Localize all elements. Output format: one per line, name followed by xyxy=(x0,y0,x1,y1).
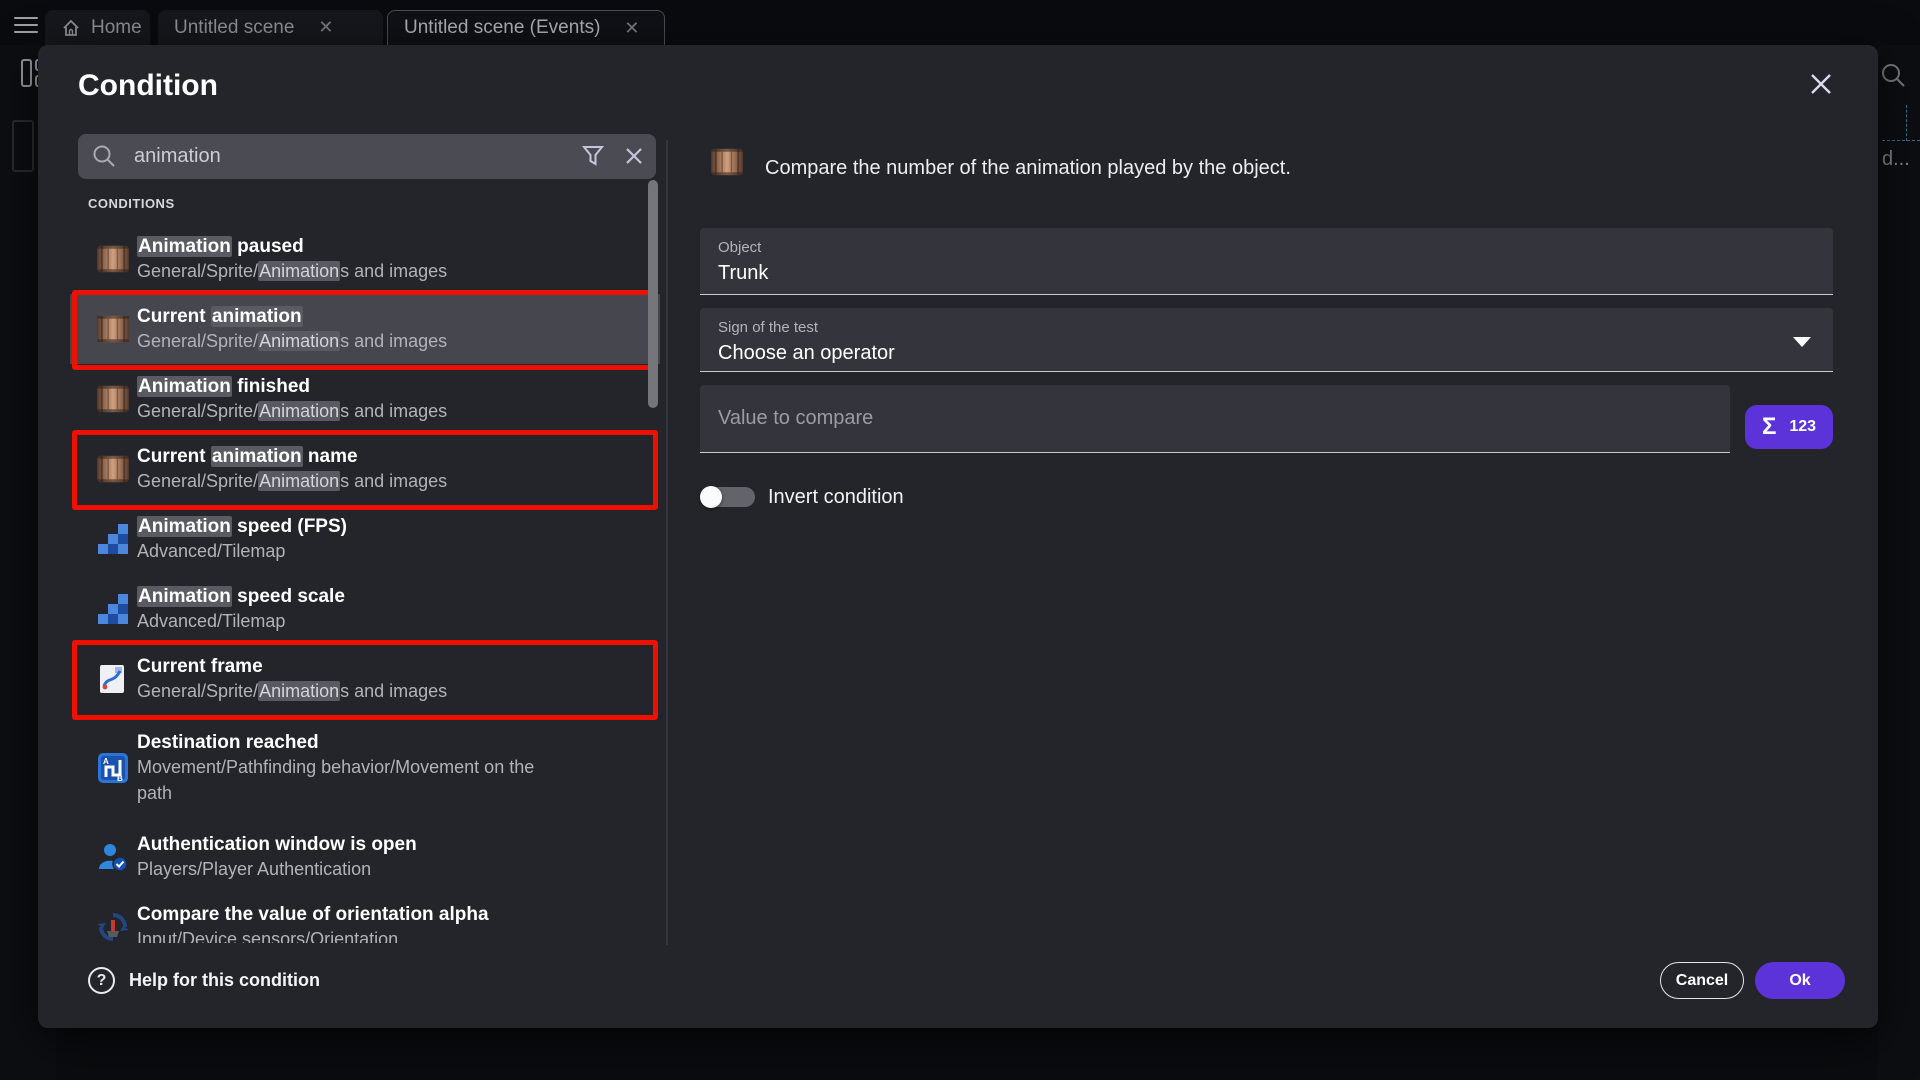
condition-item-path: Advanced/Tilemap xyxy=(137,608,345,634)
tilemap-icon xyxy=(96,524,130,554)
tab-bar: HomeUntitled scene✕Untitled scene (Event… xyxy=(45,0,1445,45)
condition-item-path: Players/Player Authentication xyxy=(137,856,417,882)
cancel-button[interactable]: Cancel xyxy=(1660,962,1744,999)
tab-label: Home xyxy=(91,17,142,39)
chevron-down-icon xyxy=(1793,337,1811,347)
search-input[interactable] xyxy=(134,134,554,179)
orientation-icon xyxy=(96,912,130,942)
panel-divider xyxy=(666,140,668,945)
tab-untitled-scene-events-[interactable]: Untitled scene (Events) ✕ xyxy=(387,10,665,45)
home-icon xyxy=(61,18,81,38)
sprite-animation-icon xyxy=(96,385,130,413)
svg-text:B: B xyxy=(117,774,123,783)
condition-item-path: Movement/Pathfinding behavior/Movement o… xyxy=(137,754,534,780)
condition-dialog: Condition CONDITIONS xyxy=(38,45,1878,1028)
question-circle-icon: ? xyxy=(88,967,115,994)
condition-list-item[interactable]: Animation speed scale Advanced/Tilemap xyxy=(70,574,660,644)
condition-list-item[interactable]: Animation finished General/Sprite/Animat… xyxy=(70,364,660,434)
scrollbar-thumb[interactable] xyxy=(648,180,658,408)
condition-list-item[interactable]: Authentication window is open Players/Pl… xyxy=(70,822,660,892)
condition-item-title: Animation speed (FPS) xyxy=(137,515,347,538)
tilemap-icon xyxy=(96,594,130,624)
sprite-animation-icon xyxy=(96,315,130,343)
ok-button[interactable]: Ok xyxy=(1755,962,1845,999)
object-field[interactable]: Object Trunk xyxy=(700,228,1833,295)
condition-list-item[interactable]: Current animation General/Sprite/Animati… xyxy=(70,294,660,364)
expression-editor-button[interactable]: Σ 123 xyxy=(1745,405,1833,449)
condition-list-item[interactable]: Current frame General/Sprite/Animations … xyxy=(70,644,660,714)
selection-dashed-border xyxy=(1882,140,1920,141)
condition-item-path: General/Sprite/Animations and images xyxy=(137,678,447,704)
hamburger-icon[interactable] xyxy=(14,17,38,35)
clipped-event-text: d... xyxy=(1882,148,1910,171)
condition-list-item[interactable]: Animation speed (FPS) Advanced/Tilemap xyxy=(70,504,660,574)
sprite-animation-icon xyxy=(710,148,744,176)
conditions-list: CONDITIONS Animation paused General/Spri… xyxy=(70,186,666,943)
value-input[interactable] xyxy=(718,395,1712,441)
expression-123-label: 123 xyxy=(1789,418,1816,436)
search-icon[interactable] xyxy=(1880,62,1906,88)
operator-select-value: Choose an operator xyxy=(718,342,1815,365)
selection-dashed-border xyxy=(1906,105,1907,141)
events-sheet-edge xyxy=(1878,45,1920,1080)
object-field-value: Trunk xyxy=(718,262,1815,285)
clipped-panel-box xyxy=(12,120,34,172)
tab-label: Untitled scene (Events) xyxy=(404,17,600,39)
help-link-label: Help for this condition xyxy=(129,970,320,991)
operator-select[interactable]: Sign of the test Choose an operator xyxy=(700,308,1833,372)
current-frame-icon xyxy=(96,664,130,694)
sprite-animation-icon xyxy=(96,455,130,483)
condition-item-title: Animation speed scale xyxy=(137,585,345,608)
clear-icon[interactable] xyxy=(622,144,646,168)
svg-text:A: A xyxy=(103,757,109,766)
search-icon xyxy=(92,144,118,170)
condition-item-title: Animation paused xyxy=(137,235,447,258)
list-section-header: CONDITIONS xyxy=(88,196,175,211)
condition-item-title: Authentication window is open xyxy=(137,833,417,856)
condition-description: Compare the number of the animation play… xyxy=(765,157,1815,180)
condition-list-item[interactable]: Compare the value of orientation alpha I… xyxy=(70,892,660,943)
value-field xyxy=(700,385,1730,453)
search-bar xyxy=(78,134,656,179)
invert-condition-label: Invert condition xyxy=(768,486,904,509)
sigma-icon: Σ xyxy=(1762,413,1776,441)
pathfinding-icon: A B xyxy=(96,753,130,783)
condition-item-title: Current animation name xyxy=(137,445,447,468)
condition-item-title: Compare the value of orientation alpha xyxy=(137,903,489,926)
dialog-title: Condition xyxy=(78,69,218,103)
tab-label: Untitled scene xyxy=(174,17,294,39)
tab-close-icon[interactable]: ✕ xyxy=(318,17,333,38)
condition-list-item[interactable]: Current animation name General/Sprite/An… xyxy=(70,434,660,504)
tab-close-icon[interactable]: ✕ xyxy=(624,18,639,39)
condition-item-path: General/Sprite/Animations and images xyxy=(137,468,447,494)
condition-item-path: Advanced/Tilemap xyxy=(137,538,347,564)
condition-item-path: General/Sprite/Animations and images xyxy=(137,328,447,354)
tab-home[interactable]: Home xyxy=(45,10,150,45)
condition-list-item[interactable]: Animation paused General/Sprite/Animatio… xyxy=(70,224,660,294)
help-link[interactable]: ? Help for this condition xyxy=(88,967,320,994)
toggle-knob xyxy=(700,486,722,508)
condition-item-path: path xyxy=(137,780,534,806)
condition-item-title: Current frame xyxy=(137,655,447,678)
close-icon[interactable] xyxy=(1806,69,1846,109)
object-field-label: Object xyxy=(718,239,1815,256)
condition-list-item[interactable]: A B Destination reached Movement/Pathfin… xyxy=(70,714,660,822)
condition-item-path: General/Sprite/Animations and images xyxy=(137,398,447,424)
operator-select-label: Sign of the test xyxy=(718,319,1815,336)
condition-item-title: Current animation xyxy=(137,305,447,328)
filter-icon[interactable] xyxy=(581,144,605,168)
condition-item-title: Destination reached xyxy=(137,731,534,754)
sprite-animation-icon xyxy=(96,245,130,273)
invert-condition-toggle[interactable] xyxy=(700,485,758,509)
condition-item-title: Animation finished xyxy=(137,375,447,398)
player-authentication-icon xyxy=(96,842,130,872)
condition-item-path: Input/Device sensors/Orientation xyxy=(137,926,489,943)
condition-item-path: General/Sprite/Animations and images xyxy=(137,258,447,284)
tab-untitled-scene[interactable]: Untitled scene ✕ xyxy=(158,10,383,45)
